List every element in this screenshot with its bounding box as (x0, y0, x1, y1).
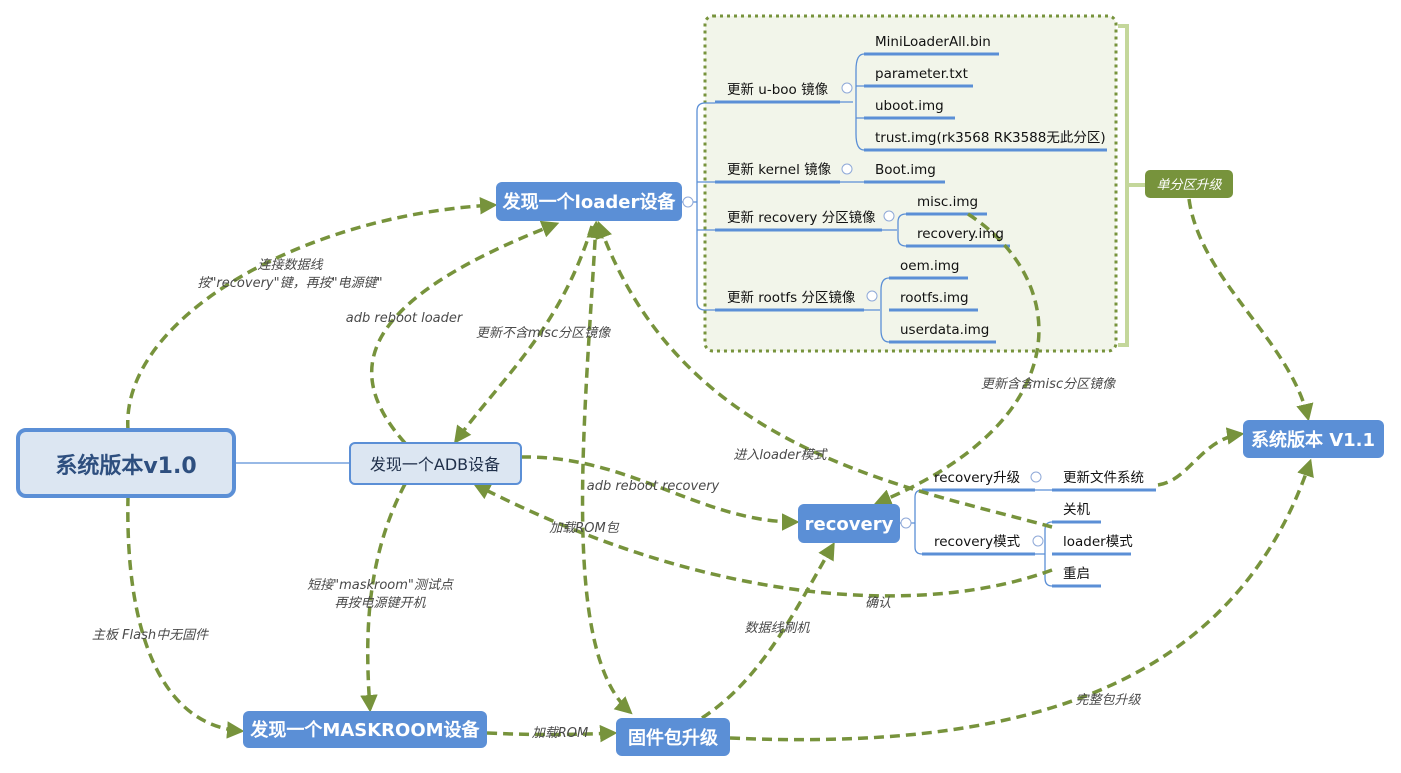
edge-label: 加载ROM (532, 726, 588, 741)
mind-map: 连接数据线 按"recovery"键，再按"电源键" adb reboot lo… (16, 14, 1384, 756)
edge-label: 完整包升级 (1075, 692, 1141, 708)
recovery-subtree: recovery升级 更新文件系统 recovery模式 关机 loader模式… (934, 470, 1144, 582)
leaf-userdata-img[interactable]: userdata.img (900, 322, 989, 338)
group-bracket (1118, 24, 1145, 347)
leaf-update-fs[interactable]: 更新文件系统 (1063, 470, 1144, 486)
leaf-trust-img[interactable]: trust.img(rk3568 RK3588无此分区) (875, 130, 1106, 146)
collapse-icon[interactable] (1032, 535, 1044, 547)
edge-label: 连接数据线 (257, 258, 323, 273)
branch-recovery-upgrade[interactable]: recovery升级 (934, 470, 1021, 486)
edge-label: 确认 (865, 596, 891, 611)
node-root-label: 系统版本v1.0 (55, 453, 196, 479)
node-v11[interactable]: 系统版本 V1.1 (1243, 420, 1384, 458)
edge-fs-to-v11 (1157, 427, 1245, 487)
node-adb-label: 发现一个ADB设备 (370, 455, 500, 474)
collapse-icon[interactable] (883, 210, 895, 222)
node-adb[interactable]: 发现一个ADB设备 (349, 442, 522, 485)
node-firmware[interactable]: 固件包升级 (616, 718, 730, 756)
node-maskroom[interactable]: 发现一个MASKROOM设备 (243, 711, 487, 748)
edge-label: 更新不含misc分区镜像 (476, 326, 611, 341)
node-maskroom-label: 发现一个MASKROOM设备 (249, 719, 480, 741)
collapse-icon[interactable] (841, 82, 853, 94)
edge-firmware-to-v11 (729, 458, 1314, 742)
leaf-miniloader[interactable]: MiniLoaderAll.bin (875, 34, 991, 50)
collapse-icon[interactable] (866, 290, 878, 302)
edge-label: 进入loader模式 (733, 448, 828, 463)
node-loader[interactable]: 发现一个loader设备 (496, 182, 682, 221)
edge-label: adb reboot loader (346, 311, 464, 326)
leaf-parameter[interactable]: parameter.txt (875, 66, 968, 82)
node-single-partition[interactable]: 单分区升级 (1145, 170, 1233, 198)
edge-label: 短接"maskroom"测试点 (307, 578, 455, 593)
branch-uboot[interactable]: 更新 u-boo 镜像 (727, 82, 829, 98)
leaf-oem-img[interactable]: oem.img (900, 258, 959, 274)
leaf-uboot-img[interactable]: uboot.img (875, 98, 944, 114)
leaf-boot-img[interactable]: Boot.img (875, 162, 936, 178)
edge-label: 按"recovery"键，再按"电源键" (197, 276, 382, 291)
leaf-recovery-img[interactable]: recovery.img (917, 226, 1004, 242)
collapse-icon[interactable] (1030, 471, 1042, 483)
edge-label: 更新含含misc分区镜像 (981, 377, 1116, 392)
edge-label: 主板 Flash中无固件 (92, 628, 209, 643)
collapse-icon[interactable] (900, 517, 912, 529)
edge-label: 数据线刷机 (744, 621, 810, 636)
edge-label: 加载ROM包 (549, 521, 619, 536)
node-loader-label: 发现一个loader设备 (502, 191, 677, 213)
branch-rootfs[interactable]: 更新 rootfs 分区镜像 (727, 290, 856, 306)
leaf-rootfs-img[interactable]: rootfs.img (900, 290, 969, 306)
collapse-icon[interactable] (841, 163, 853, 175)
leaf-misc-img[interactable]: misc.img (917, 194, 978, 210)
branch-recovery-mode[interactable]: recovery模式 (934, 534, 1021, 550)
node-firmware-label: 固件包升级 (628, 727, 719, 749)
edge-root-to-maskroom (126, 495, 245, 739)
node-single-label: 单分区升级 (1156, 178, 1222, 193)
branch-recovery[interactable]: 更新 recovery 分区镜像 (727, 210, 876, 226)
leaf-loader-mode[interactable]: loader模式 (1063, 534, 1133, 550)
node-recovery[interactable]: recovery (798, 504, 900, 543)
branch-kernel[interactable]: 更新 kernel 镜像 (727, 162, 832, 178)
leaf-shutdown[interactable]: 关机 (1063, 502, 1091, 518)
collapse-icon[interactable] (682, 196, 694, 208)
edge-label: 再按电源键开机 (334, 596, 426, 611)
edge-single-to-v11 (1187, 198, 1314, 422)
leaf-reboot[interactable]: 重启 (1063, 566, 1090, 582)
node-root[interactable]: 系统版本v1.0 (16, 428, 236, 498)
edge-label: adb reboot recovery (587, 479, 720, 494)
node-recovery-label: recovery (805, 514, 894, 535)
node-v11-label: 系统版本 V1.1 (1251, 429, 1375, 451)
